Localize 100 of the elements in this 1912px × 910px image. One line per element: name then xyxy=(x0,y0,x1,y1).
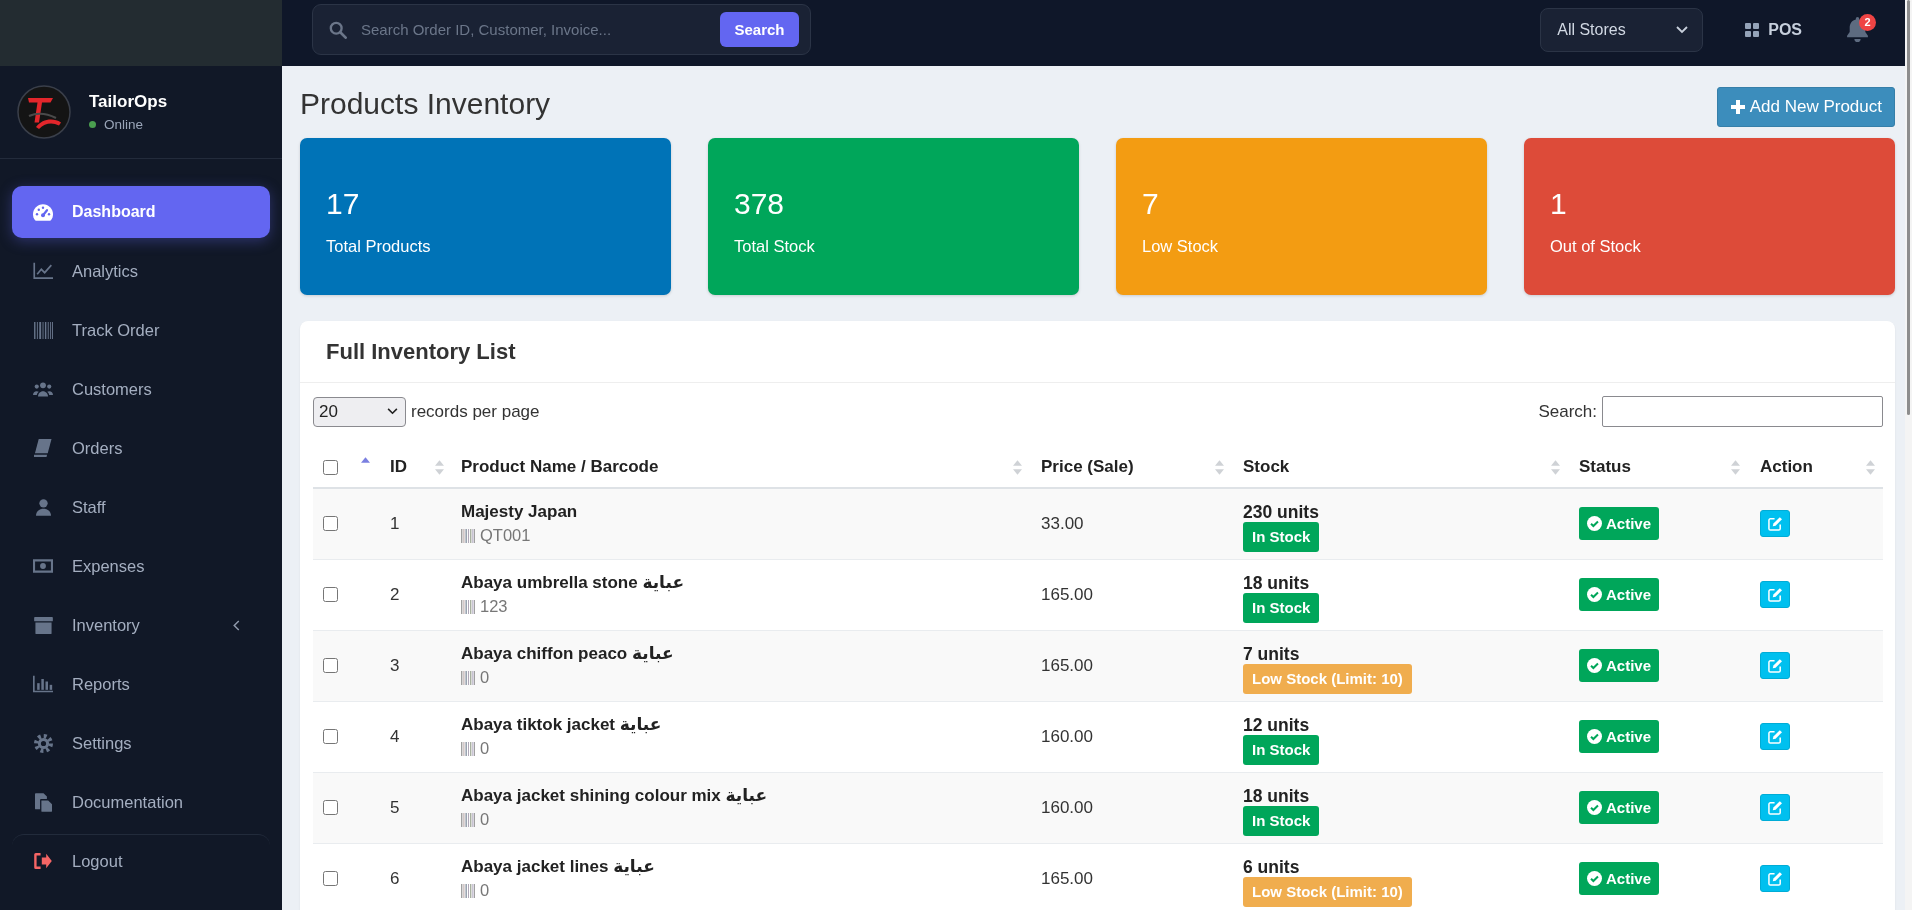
search-bar[interactable]: Search Order ID, Customer, Invoice... Search xyxy=(312,4,811,55)
edit-button[interactable] xyxy=(1760,794,1790,821)
check-circle-icon xyxy=(1587,729,1602,744)
row-checkbox[interactable] xyxy=(323,587,338,602)
book-icon xyxy=(34,439,52,457)
edit-button[interactable] xyxy=(1760,723,1790,750)
barcode-value: 0 xyxy=(480,809,490,830)
product-name: Abaya tiktok jacket عباية xyxy=(461,714,662,735)
row-checkbox[interactable] xyxy=(323,658,338,673)
edit-icon xyxy=(1767,729,1783,744)
stock-badge: Low Stock (Limit: 10) xyxy=(1243,663,1412,694)
stat-label: Total Stock xyxy=(734,237,815,256)
column-header[interactable]: Action xyxy=(1760,455,1875,479)
stat-value: 378 xyxy=(734,187,785,221)
search-field[interactable]: Search Order ID, Customer, Invoice... xyxy=(361,14,706,45)
chevron-down-icon xyxy=(387,408,398,415)
line-chart-icon xyxy=(33,262,53,280)
barcode-value: 0 xyxy=(480,738,490,759)
check-circle-icon xyxy=(1587,800,1602,815)
check-circle-icon xyxy=(1587,516,1602,532)
sidebar-item[interactable]: Documentation xyxy=(12,776,270,828)
stat-value: 7 xyxy=(1142,187,1159,221)
column-header[interactable]: Product Name / Barcode xyxy=(461,455,1022,479)
product-name: Abaya umbrella stone عباية xyxy=(461,572,685,593)
logout-icon xyxy=(34,853,52,869)
pos-link[interactable]: POS xyxy=(1745,20,1802,39)
status-label: Active xyxy=(1606,657,1652,674)
sort-icon[interactable] xyxy=(435,459,444,475)
column-header[interactable]: Status xyxy=(1579,455,1740,479)
search-label: Search: xyxy=(1538,401,1597,422)
sidebar-item[interactable]: Orders xyxy=(12,422,270,474)
stock-quantity: 18 units xyxy=(1243,785,1310,806)
sidebar-item[interactable]: Staff xyxy=(12,481,270,533)
sidebar-item[interactable]: Reports xyxy=(12,658,270,710)
sidebar-item[interactable]: Customers xyxy=(12,363,270,415)
edit-button[interactable] xyxy=(1760,581,1790,608)
column-header[interactable]: Stock xyxy=(1243,455,1560,479)
column-header[interactable]: ID xyxy=(390,455,444,479)
logo-icon xyxy=(17,85,71,139)
sidebar-item[interactable]: Settings xyxy=(12,717,270,769)
row-checkbox[interactable] xyxy=(323,516,338,532)
users-icon xyxy=(33,381,53,397)
stock-quantity: 18 units xyxy=(1243,572,1310,593)
stat-label: Total Products xyxy=(326,237,431,256)
sort-icon[interactable] xyxy=(1013,459,1022,475)
edit-button[interactable] xyxy=(1760,510,1790,538)
page-title: Products Inventory xyxy=(300,87,551,121)
edit-icon xyxy=(1767,587,1783,602)
notification-badge: 2 xyxy=(1859,14,1876,31)
sidebar-item[interactable]: Track Order xyxy=(12,304,270,356)
store-select[interactable]: All Stores xyxy=(1540,7,1704,52)
scrollbar-thumb[interactable] xyxy=(1907,0,1910,415)
person-icon xyxy=(35,498,51,516)
stock-badge: Low Stock (Limit: 10) xyxy=(1243,876,1412,907)
documents-icon xyxy=(34,792,52,812)
product-id: 6 xyxy=(378,843,452,910)
sort-icon[interactable] xyxy=(1866,459,1875,475)
row-checkbox[interactable] xyxy=(323,871,338,887)
logout-link[interactable]: Logout xyxy=(12,835,270,887)
stat-value: 17 xyxy=(326,187,360,221)
edit-button[interactable] xyxy=(1760,865,1790,893)
sidebar-item[interactable]: Dashboard xyxy=(12,186,270,238)
table-search-field[interactable] xyxy=(1602,396,1883,427)
check-circle-icon xyxy=(1587,587,1602,602)
barcode-icon xyxy=(461,883,475,898)
add-product-button[interactable]: Add New Product xyxy=(1716,87,1895,127)
product-name: Majesty Japan xyxy=(461,501,578,523)
stat-label: Out of Stock xyxy=(1550,237,1641,256)
status-label: Active xyxy=(1606,870,1652,888)
sale-price: 165.00 xyxy=(1030,559,1232,630)
sidebar-item[interactable]: Analytics xyxy=(12,245,270,297)
select-all-checkbox[interactable] xyxy=(323,459,338,475)
sort-icon[interactable] xyxy=(1731,459,1740,475)
row-checkbox[interactable] xyxy=(323,800,338,815)
row-checkbox[interactable] xyxy=(323,729,338,744)
plus-icon xyxy=(1730,100,1745,114)
sidebar-item[interactable]: Expenses xyxy=(12,540,270,592)
column-header[interactable]: Price (Sale) xyxy=(1041,455,1224,479)
product-id: 3 xyxy=(378,630,452,701)
page-size-select[interactable]: 20 xyxy=(313,396,406,427)
product-name: Abaya chiffon peaco عباية xyxy=(461,643,674,664)
status-label: Active xyxy=(1606,799,1652,816)
stock-badge: In Stock xyxy=(1243,592,1320,623)
sale-price: 165.00 xyxy=(1030,630,1232,701)
edit-button[interactable] xyxy=(1760,652,1790,679)
stat-value: 1 xyxy=(1550,187,1567,221)
search-button[interactable]: Search xyxy=(720,12,799,47)
sort-icon[interactable] xyxy=(1551,459,1560,475)
sort-ascending-icon[interactable] xyxy=(361,457,370,463)
barcode-icon xyxy=(461,599,475,614)
barcode-icon xyxy=(461,812,475,827)
online-dot-icon xyxy=(89,121,96,128)
sidebar-item[interactable]: Inventory xyxy=(12,599,270,651)
sale-price: 160.00 xyxy=(1030,772,1232,843)
product-name: Abaya jacket shining colour mix عباية xyxy=(461,785,768,806)
stat-label: Low Stock xyxy=(1142,237,1219,256)
search-icon xyxy=(329,20,347,39)
sort-icon[interactable] xyxy=(1215,459,1224,475)
online-status: Online xyxy=(104,116,144,133)
chevron-down-icon xyxy=(1676,25,1689,34)
